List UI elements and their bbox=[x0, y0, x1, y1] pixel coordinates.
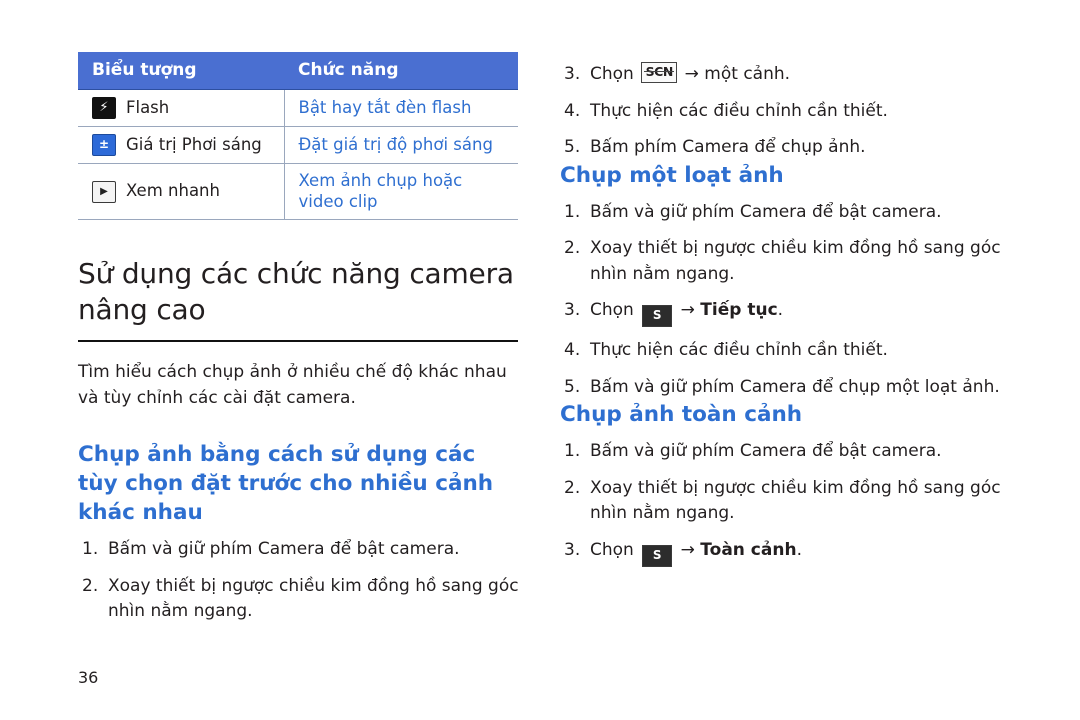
step-text: Xoay thiết bị ngược chiều kim đồng hồ sa… bbox=[590, 238, 1001, 284]
step-text-tail: . bbox=[796, 539, 802, 560]
step-number: 2. bbox=[564, 477, 581, 498]
list-item: 1. Bấm và giữ phím Camera để bật camera. bbox=[78, 537, 520, 563]
step-text: Thực hiện các điều chỉnh cần thiết. bbox=[590, 340, 888, 361]
icon-function-table: Biểu tượng Chức năng ⚡ Flash Bật hay tắt… bbox=[78, 52, 518, 221]
step-number: 2. bbox=[564, 238, 581, 259]
document-page: Biểu tượng Chức năng ⚡ Flash Bật hay tắt… bbox=[0, 0, 1080, 720]
step-number: 3. bbox=[564, 539, 581, 560]
table-header-icon: Biểu tượng bbox=[78, 52, 284, 90]
step-text-post: → một cảnh. bbox=[679, 64, 791, 84]
shooting-mode-icon: S bbox=[642, 305, 673, 328]
exposure-icon: ± bbox=[92, 134, 116, 156]
step-text: Thực hiện các điều chỉnh cần thiết. bbox=[590, 100, 888, 121]
table-row: ▶ Xem nhanh Xem ảnh chụp hoặc video clip bbox=[78, 163, 518, 221]
row-function: Đặt giá trị độ phơi sáng bbox=[284, 126, 518, 164]
list-item: 1. Bấm và giữ phím Camera để bật camera. bbox=[560, 439, 1012, 465]
step-text-pre: Chọn bbox=[590, 64, 640, 84]
step-text: Bấm phím Camera để chụp ảnh. bbox=[590, 137, 866, 157]
step-text: Chọn S → Tiếp tục. bbox=[590, 298, 1012, 328]
list-item: 4. Thực hiện các điều chỉnh cần thiết. bbox=[560, 99, 1012, 125]
list-item: 4. Thực hiện các điều chỉnh cần thiết. bbox=[560, 338, 1012, 364]
step-text-pre: Chọn bbox=[590, 300, 640, 321]
quick-view-icon: ▶ bbox=[92, 180, 116, 203]
section-title: Sử dụng các chức năng camera nâng cao bbox=[78, 256, 518, 342]
list-item: 3. Chọn S → Tiếp tục. bbox=[560, 298, 1012, 328]
step-text: Bấm và giữ phím Camera để bật camera. bbox=[108, 539, 460, 560]
table-cell-icon-label: ± Giá trị Phơi sáng bbox=[78, 126, 285, 164]
step-number: 3. bbox=[564, 64, 581, 84]
table-cell-icon-label: ▶ Xem nhanh bbox=[78, 163, 285, 221]
row-label: Xem nhanh bbox=[126, 181, 220, 201]
list-item: 1. Bấm và giữ phím Camera để bật camera. bbox=[560, 200, 1012, 226]
step-text: Chọn S → Toàn cảnh. bbox=[590, 538, 1012, 567]
flash-icon: ⚡ bbox=[92, 97, 116, 119]
step-number: 3. bbox=[564, 300, 581, 321]
step-text: Xoay thiết bị ngược chiều kim đồng hồ sa… bbox=[590, 477, 1001, 524]
list-item: 2. Xoay thiết bị ngược chiều kim đồng hồ… bbox=[560, 476, 1012, 527]
table-header-function: Chức năng bbox=[284, 52, 518, 90]
steps-preset-scenes: 1. Bấm và giữ phím Camera để bật camera.… bbox=[78, 537, 520, 625]
steps-panorama: 1. Bấm và giữ phím Camera để bật camera.… bbox=[560, 439, 1012, 567]
step-number: 5. bbox=[564, 137, 581, 157]
step-number: 4. bbox=[564, 340, 581, 361]
step-text-post: → bbox=[675, 300, 701, 321]
step-text-tail: . bbox=[777, 300, 784, 321]
table-cell-icon-label: ⚡ Flash bbox=[78, 89, 285, 127]
step-number: 1. bbox=[564, 441, 581, 462]
row-function: Bật hay tắt đèn flash bbox=[284, 89, 518, 127]
step-text: Xoay thiết bị ngược chiều kim đồng hồ sa… bbox=[108, 575, 519, 622]
left-column: Biểu tượng Chức năng ⚡ Flash Bật hay tắt… bbox=[78, 52, 520, 625]
step-number: 1. bbox=[82, 539, 99, 560]
list-item: 3. Chọn SCN → một cảnh. bbox=[560, 62, 1012, 88]
step-number: 4. bbox=[564, 100, 581, 121]
right-column: 3. Chọn SCN → một cảnh. 4. Thực hiện các… bbox=[560, 52, 1012, 567]
step-text: Bấm và giữ phím Camera để bật camera. bbox=[590, 441, 942, 462]
step-number: 1. bbox=[564, 201, 581, 222]
step-text: Bấm và giữ phím Camera để chụp một loạt … bbox=[590, 376, 1000, 397]
shooting-mode-icon: S bbox=[642, 544, 673, 567]
step-text-bold: Toàn cảnh bbox=[700, 539, 797, 560]
table-row: ± Giá trị Phơi sáng Đặt giá trị độ phơi … bbox=[78, 126, 518, 164]
row-function: Xem ảnh chụp hoặc video clip bbox=[284, 163, 518, 221]
list-item: 3. Chọn S → Toàn cảnh. bbox=[560, 538, 1012, 567]
list-item: 5. Bấm và giữ phím Camera để chụp một lo… bbox=[560, 375, 1012, 401]
step-number: 2. bbox=[82, 575, 99, 596]
step-number: 5. bbox=[564, 376, 581, 397]
page-number: 36 bbox=[78, 668, 99, 687]
list-item: 2. Xoay thiết bị ngược chiều kim đồng hồ… bbox=[560, 236, 1012, 287]
step-text-bold: Tiếp tục bbox=[700, 300, 778, 321]
step-text-pre: Chọn bbox=[590, 539, 640, 560]
section-intro: Tìm hiểu cách chụp ảnh ở nhiều chế độ kh… bbox=[78, 361, 507, 408]
steps-burst: 1. Bấm và giữ phím Camera để bật camera.… bbox=[560, 200, 1012, 401]
step-text: Bấm và giữ phím Camera để bật camera. bbox=[590, 201, 942, 222]
subsection-title-burst: Chụp một loạt ảnh bbox=[560, 162, 784, 188]
subsection-title-panorama: Chụp ảnh toàn cảnh bbox=[560, 402, 803, 428]
row-label: Flash bbox=[126, 97, 170, 117]
list-item: 2. Xoay thiết bị ngược chiều kim đồng hồ… bbox=[78, 574, 520, 625]
subsection-title-preset-scenes: Chụp ảnh bằng cách sử dụng các tùy chọn … bbox=[78, 441, 494, 526]
step-text: Chọn SCN → một cảnh. bbox=[590, 62, 1012, 88]
scene-mode-icon: SCN bbox=[641, 62, 678, 83]
list-item: 5. Bấm phím Camera để chụp ảnh. bbox=[560, 135, 1012, 161]
steps-preset-scenes-continued: 3. Chọn SCN → một cảnh. 4. Thực hiện các… bbox=[560, 62, 1012, 161]
table-row: ⚡ Flash Bật hay tắt đèn flash bbox=[78, 89, 518, 127]
table-header-row: Biểu tượng Chức năng bbox=[78, 52, 518, 90]
row-label: Giá trị Phơi sáng bbox=[126, 134, 262, 154]
step-text-post: → bbox=[675, 539, 701, 560]
